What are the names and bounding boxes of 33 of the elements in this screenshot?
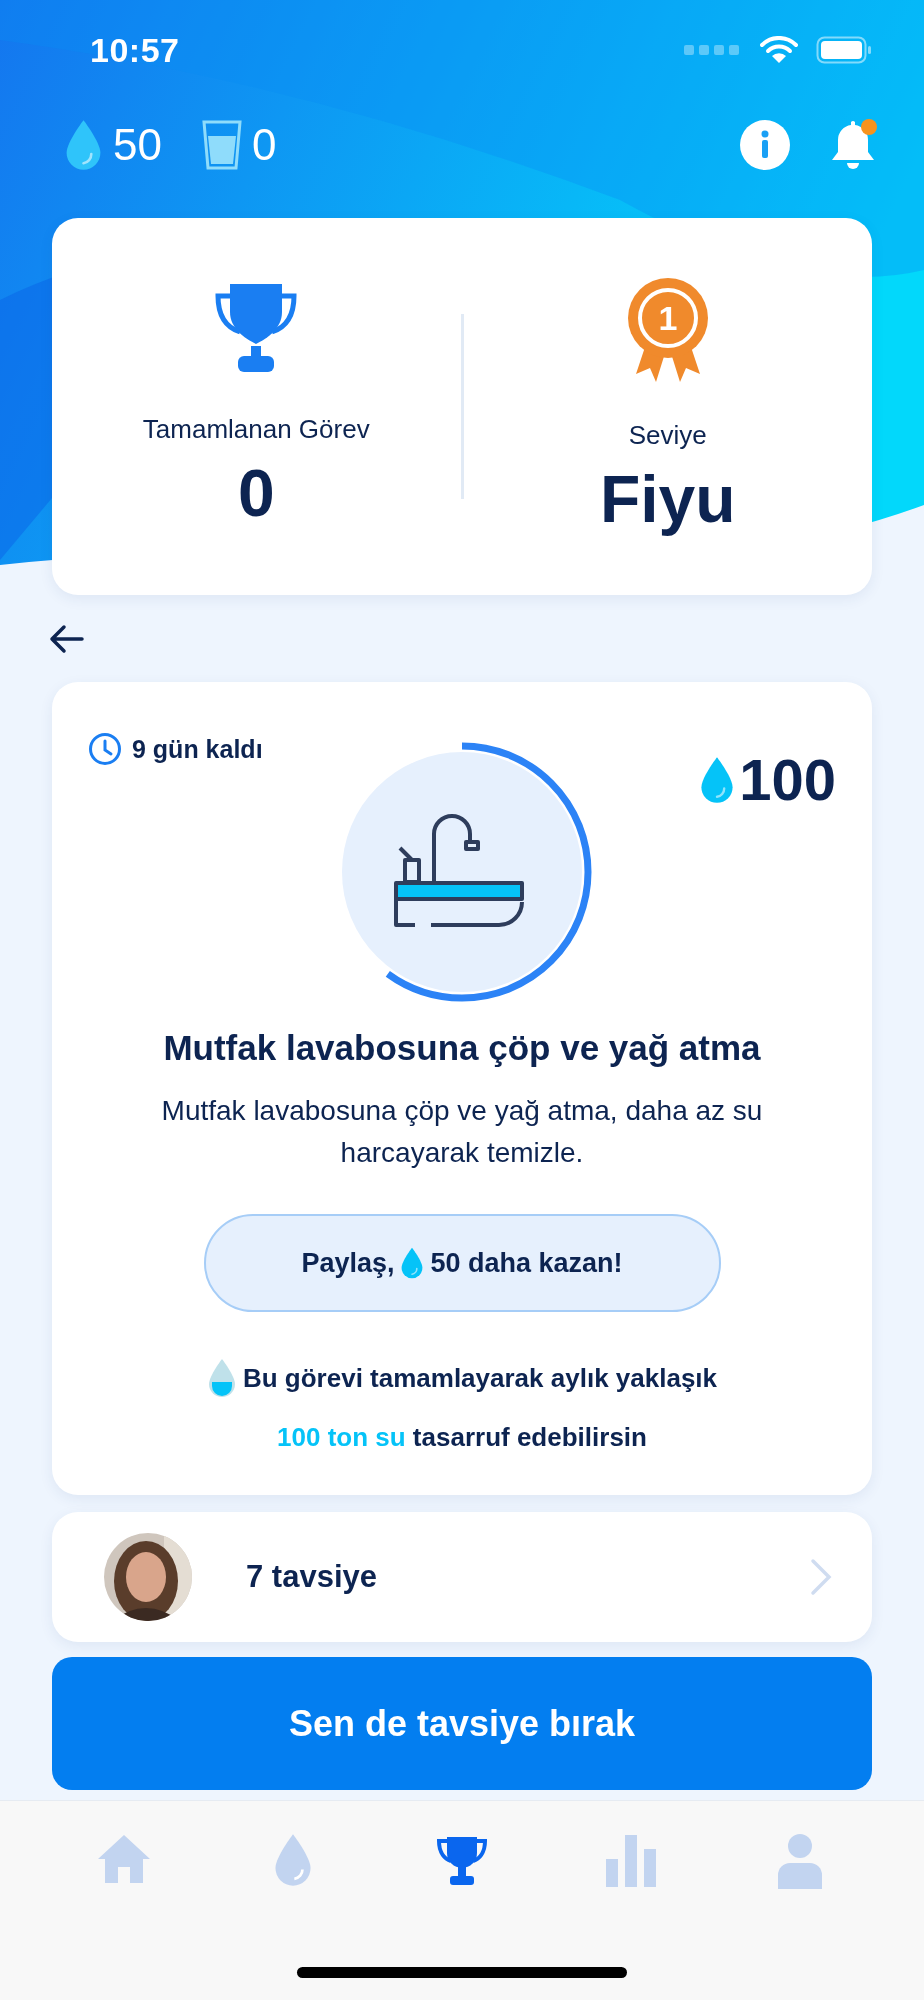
share-button[interactable]: Paylaş, 50 daha kazan! xyxy=(203,1214,721,1312)
back-arrow-icon[interactable] xyxy=(48,623,84,654)
reviews-count: 7 tavsiye xyxy=(246,1559,378,1595)
glass-icon xyxy=(201,120,242,170)
task-title: Mutfak lavabosuna çöp ve yağ atma xyxy=(163,1028,761,1068)
signal-icon xyxy=(684,45,742,55)
stat-value: 0 xyxy=(237,455,275,531)
medal-icon xyxy=(627,278,708,382)
drop-count: 50 xyxy=(113,120,162,170)
stat-label: Tamamlanan Görev xyxy=(142,414,370,445)
drop-icon xyxy=(699,755,736,804)
stat-label: Seviye xyxy=(628,420,707,451)
drop-icon xyxy=(64,119,103,171)
glass-count: 0 xyxy=(251,120,277,170)
clock-icon xyxy=(88,732,122,766)
profile-icon xyxy=(775,1833,824,1889)
stat-value: Fiyu xyxy=(599,461,736,537)
task-description: Mutfak lavabosuna çöp ve yağ atma, daha az su harcayarak temizle. xyxy=(160,1094,764,1170)
info-icon[interactable] xyxy=(739,119,791,171)
medal-rank: 1 xyxy=(658,299,678,337)
drop-icon xyxy=(400,1247,425,1279)
reviews-card[interactable]: 7 tavsiye xyxy=(52,1512,872,1642)
status-time: 10:57 xyxy=(90,30,180,70)
savings-text: Bu görevi tamamlayarak aylık yaklaşık xyxy=(242,1362,718,1394)
leave-review-button[interactable]: Sen de tavsiye bırak xyxy=(52,1657,872,1790)
battery-icon xyxy=(816,36,872,64)
wifi-icon xyxy=(760,36,798,64)
reward-points: 100 xyxy=(739,746,836,813)
chevron-right-icon xyxy=(810,1558,832,1596)
time-left: 9 gün kaldı xyxy=(132,734,263,764)
half-drop-icon xyxy=(206,1358,237,1398)
bar-chart-icon xyxy=(603,1833,658,1887)
savings-text: 100 ton su tasarruf edebilirsin xyxy=(277,1422,647,1453)
